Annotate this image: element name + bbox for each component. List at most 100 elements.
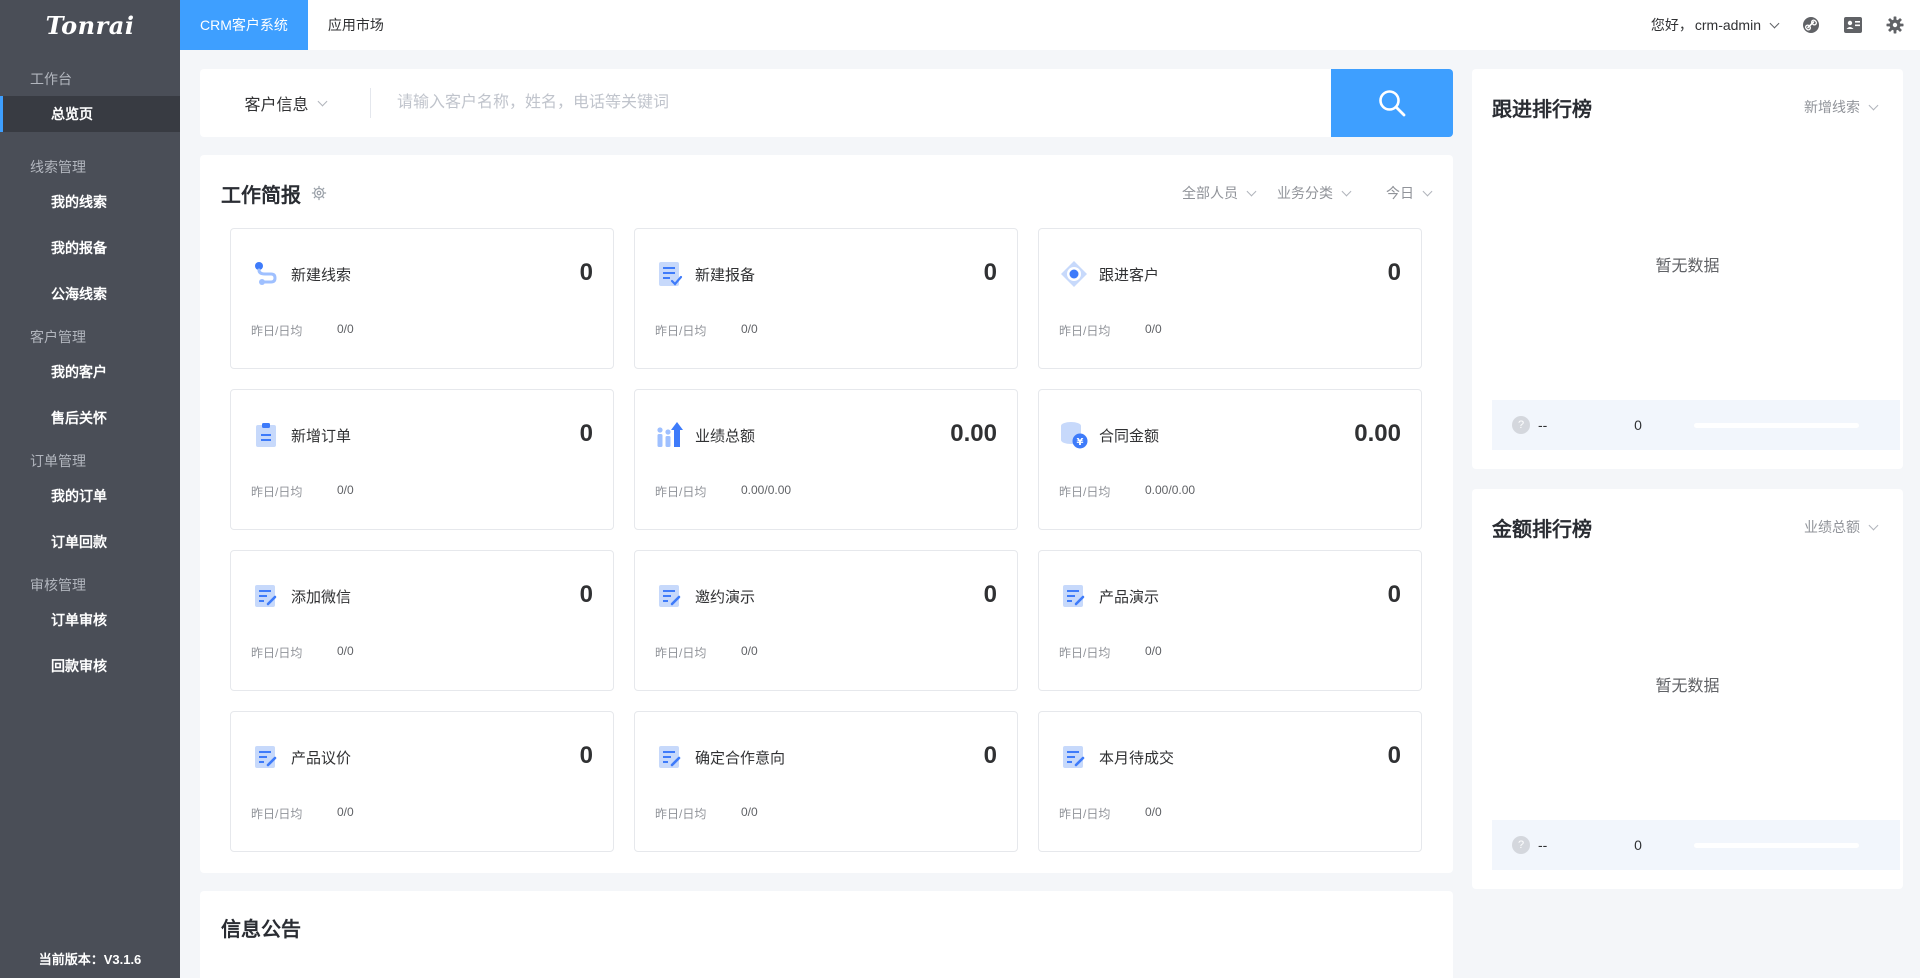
ranking-name: -- (1538, 837, 1548, 853)
intent-note-icon (655, 742, 685, 772)
version-label: 当前版本：V3.1.6 (38, 952, 142, 967)
stat-sub-label: 昨日/日均 (655, 485, 707, 499)
ranking-value: 0 (1634, 837, 1642, 853)
brief-settings-icon[interactable] (311, 185, 327, 201)
stat-sub-label: 昨日/日均 (251, 646, 303, 660)
empty-state: 暂无数据 (1655, 678, 1720, 695)
search-icon (1379, 90, 1406, 117)
nav-group-title: 线索管理 (30, 159, 86, 175)
stat-sub-value: 0.00/0.00 (741, 483, 792, 497)
stat-label: 业绩总额 (695, 428, 756, 445)
invite-note-icon (655, 581, 685, 611)
stat-sub-label: 昨日/日均 (1059, 807, 1111, 821)
sidebar-item-my-reports[interactable]: 我的报备 (0, 230, 180, 266)
stat-card[interactable]: 新建报备 0 昨日/日均 0/0 (634, 228, 1018, 369)
filter-people[interactable]: 全部人员 (1182, 183, 1257, 203)
user-menu[interactable]: 您好， crm-admin (1651, 15, 1780, 35)
tab-app-market[interactable]: 应用市场 (308, 0, 404, 50)
sidebar: Tonrai 工作台 总览页 线索管理 我的线索 我的报备 公海线索 客户管理 … (0, 0, 180, 978)
stat-card[interactable]: ¥ 合同金额 0.00 昨日/日均 0.00/0.00 (1038, 389, 1422, 530)
stat-value: 0 (579, 259, 593, 286)
stat-value: 0 (983, 742, 997, 769)
chevron-down-icon (1422, 186, 1433, 196)
tab-crm-system[interactable]: CRM客户系统 (180, 0, 308, 50)
stat-grid: 新建线索 0 昨日/日均 0/0 新建报备 0 昨日/日均 0/0 跟进客户 0 昨日/日均 0/0 新… (230, 228, 1422, 852)
stat-value: 0.00 (1354, 420, 1401, 447)
stat-label: 确定合作意向 (695, 750, 786, 767)
amount-ranking-panel: 金额排行榜 业绩总额 暂无数据 ? -- 0 (1472, 489, 1903, 889)
stat-label: 新增订单 (291, 428, 352, 445)
ranking-filter[interactable]: 新增线索 (1804, 97, 1879, 117)
search-category-select[interactable]: 客户信息 (200, 69, 370, 137)
search-button[interactable] (1331, 69, 1453, 137)
stat-label: 产品议价 (291, 750, 352, 767)
stat-value: 0 (1387, 742, 1401, 769)
stat-value: 0.00 (950, 420, 997, 447)
stat-sub-label: 昨日/日均 (1059, 646, 1111, 660)
sidebar-item-payment-audit[interactable]: 回款审核 (0, 648, 180, 684)
contact-card-icon[interactable] (1844, 16, 1862, 34)
stat-value: 0 (579, 420, 593, 447)
stat-card[interactable]: 本月待成交 0 昨日/日均 0/0 (1038, 711, 1422, 852)
avatar: ? (1512, 836, 1530, 854)
ranking-filter[interactable]: 业绩总额 (1804, 517, 1879, 537)
stat-sub-value: 0/0 (741, 805, 758, 819)
settings-icon[interactable] (1886, 16, 1904, 34)
stat-sub-value: 0/0 (337, 483, 354, 497)
stat-label: 新建报备 (695, 267, 756, 284)
stat-value: 0 (579, 581, 593, 608)
stat-value: 0 (1387, 259, 1401, 286)
sidebar-item-public-clues[interactable]: 公海线索 (0, 276, 180, 312)
report-icon (655, 259, 685, 289)
nav-group-title: 订单管理 (30, 453, 86, 469)
stat-sub-value: 0/0 (741, 644, 758, 658)
app-logo[interactable]: Tonrai (0, 0, 180, 50)
sidebar-item-my-clues[interactable]: 我的线索 (0, 184, 180, 220)
stat-card[interactable]: 添加微信 0 昨日/日均 0/0 (230, 550, 614, 691)
nav-group-title: 客户管理 (30, 329, 86, 345)
stat-sub-value: 0/0 (337, 322, 354, 336)
ranking-title: 金额排行榜 (1492, 519, 1592, 541)
filter-business[interactable]: 业务分类 (1277, 183, 1352, 203)
stat-label: 本月待成交 (1099, 750, 1175, 767)
chevron-down-icon (1868, 100, 1879, 110)
search-input[interactable] (371, 69, 1331, 137)
sidebar-item-overview[interactable]: 总览页 (0, 96, 180, 132)
stat-card[interactable]: 产品议价 0 昨日/日均 0/0 (230, 711, 614, 852)
ranking-value: 0 (1634, 417, 1642, 433)
chevron-down-icon (1868, 520, 1879, 530)
stat-card[interactable]: 新增订单 0 昨日/日均 0/0 (230, 389, 614, 530)
nav-group-workbench: 工作台 总览页 (0, 68, 180, 132)
sidebar-item-my-customers[interactable]: 我的客户 (0, 354, 180, 390)
stat-card[interactable]: 新建线索 0 昨日/日均 0/0 (230, 228, 614, 369)
stat-label: 添加微信 (291, 589, 352, 606)
stat-card[interactable]: 业绩总额 0.00 昨日/日均 0.00/0.00 (634, 389, 1018, 530)
filter-period[interactable]: 今日 (1386, 183, 1433, 203)
nav-group-orders: 订单管理 我的订单 订单回款 (0, 450, 180, 560)
stat-value: 0 (579, 742, 593, 769)
work-brief-title: 工作简报 (221, 184, 301, 207)
stat-label: 邀约演示 (695, 589, 756, 606)
stat-label: 新建线索 (291, 267, 352, 284)
svg-text:¥: ¥ (1077, 437, 1084, 448)
stat-sub-label: 昨日/日均 (251, 324, 303, 338)
stat-card[interactable]: 确定合作意向 0 昨日/日均 0/0 (634, 711, 1018, 852)
sidebar-item-my-orders[interactable]: 我的订单 (0, 478, 180, 514)
stat-card[interactable]: 跟进客户 0 昨日/日均 0/0 (1038, 228, 1422, 369)
stat-sub-label: 昨日/日均 (251, 485, 303, 499)
stat-sub-value: 0/0 (337, 644, 354, 658)
stat-label: 合同金额 (1099, 428, 1160, 445)
chevron-down-icon (1341, 186, 1352, 196)
sidebar-item-order-payments[interactable]: 订单回款 (0, 524, 180, 560)
pending-deal-note-icon (1059, 742, 1089, 772)
sidebar-item-aftersales[interactable]: 售后关怀 (0, 400, 180, 436)
ranking-row: ? -- 0 (1492, 820, 1900, 870)
link-icon[interactable] (1802, 16, 1820, 34)
chevron-down-icon (1246, 186, 1257, 196)
stat-card[interactable]: 产品演示 0 昨日/日均 0/0 (1038, 550, 1422, 691)
sidebar-item-order-audit[interactable]: 订单审核 (0, 602, 180, 638)
nav-group-title: 工作台 (30, 71, 72, 87)
stat-card[interactable]: 邀约演示 0 昨日/日均 0/0 (634, 550, 1018, 691)
nav-group-audit: 审核管理 订单审核 回款审核 (0, 574, 180, 684)
stat-sub-value: 0/0 (741, 322, 758, 336)
